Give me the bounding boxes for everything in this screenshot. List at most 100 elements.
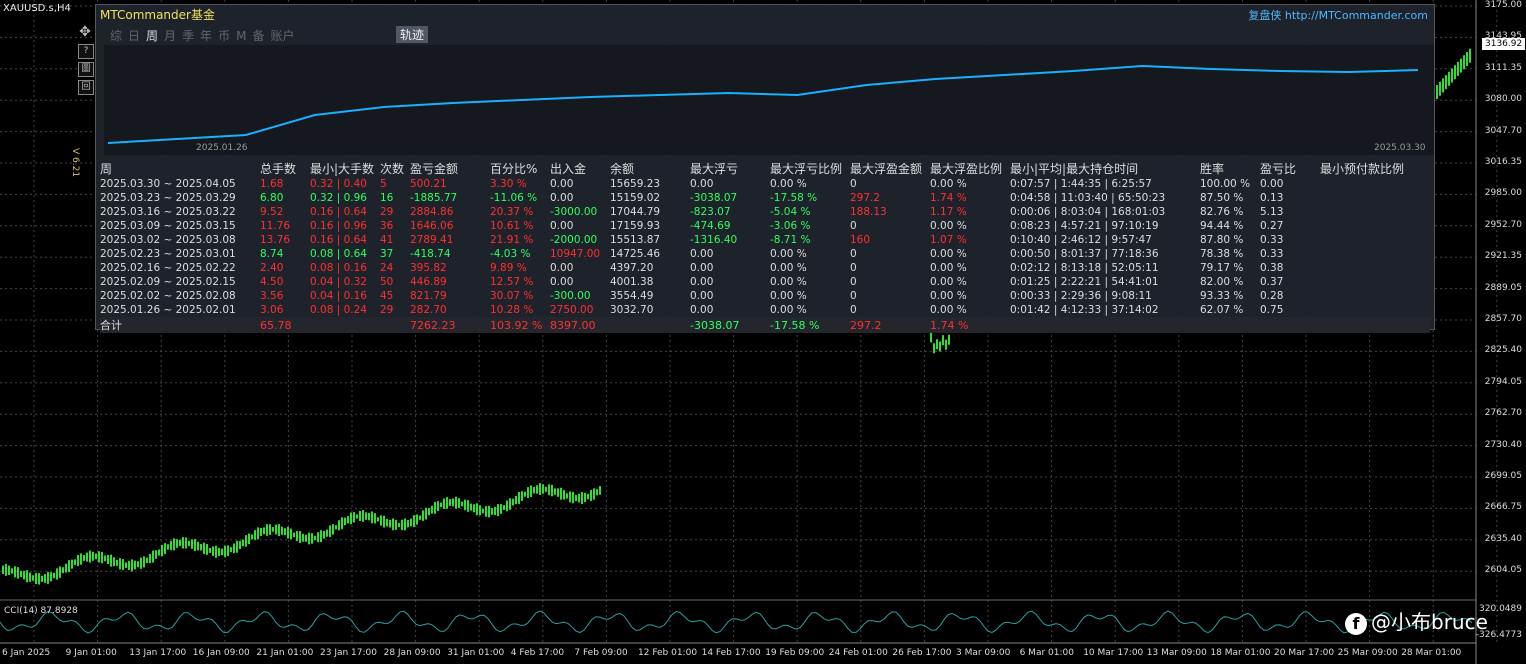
candle <box>467 500 469 512</box>
candle <box>260 528 262 536</box>
candle <box>332 524 334 534</box>
candle <box>566 493 568 498</box>
table-cell: 2750.00 <box>550 303 610 317</box>
help-button[interactable]: ? <box>78 44 94 59</box>
table-cell: 0.04 | 0.16 <box>310 289 380 303</box>
table-cell: 188.13 <box>850 205 930 219</box>
weekly-stats-table: 周总手数 最小|大手数 次数 盈亏金额 百分比% 出入金 余额 最大浮亏 最大浮亏比例 最大浮盈金… <box>100 160 1430 333</box>
candle <box>212 546 214 556</box>
tab-6[interactable]: 币 <box>218 29 230 43</box>
table-cell: 14725.46 <box>610 247 690 261</box>
candle <box>380 515 382 525</box>
table-cell: 62.07 % <box>1200 303 1260 317</box>
candle <box>65 564 67 573</box>
tab-0[interactable]: 综 <box>110 29 122 43</box>
candle <box>176 539 178 548</box>
table-cell: 17044.79 <box>610 205 690 219</box>
table-cell: 87.80 % <box>1200 233 1260 247</box>
table-cell: 0.00 % <box>930 177 1010 191</box>
candle <box>434 502 436 514</box>
trail-button[interactable]: 轨迹 <box>396 26 428 43</box>
candle <box>587 494 589 499</box>
candle <box>149 554 151 563</box>
candle <box>68 560 70 572</box>
total-max-fp-pct: 1.74 % <box>930 317 1010 333</box>
table-cell: 0.27 <box>1260 219 1320 233</box>
table-cell: 3.06 <box>260 303 310 317</box>
candle <box>230 547 232 552</box>
table-cell: 0:00:33 | 2:29:36 | 9:08:11 <box>1010 289 1200 303</box>
table-cell: 500.21 <box>410 177 490 191</box>
candle <box>1442 78 1444 92</box>
table-cell: 0.00 % <box>770 303 850 317</box>
candle <box>539 483 541 495</box>
price-axis-label: 2794.05 <box>1485 377 1522 387</box>
table-cell: 3.30 % <box>490 177 550 191</box>
move-icon[interactable]: ✥ <box>78 26 92 39</box>
table-cell: 82.00 % <box>1200 275 1260 289</box>
price-axis-label: 2985.00 <box>1485 188 1522 198</box>
tab-2[interactable]: 周 <box>146 29 158 43</box>
candle <box>428 508 430 515</box>
table-cell: 2025.01.26 ~ 2025.02.01 <box>100 303 260 317</box>
table-cell: 17159.93 <box>610 219 690 233</box>
table-cell: 821.79 <box>410 289 490 303</box>
time-axis-label: 24 Feb 01:00 <box>829 648 888 658</box>
table-cell: 0:10:40 | 2:46:12 | 9:57:47 <box>1010 233 1200 247</box>
table-cell: -11.06 % <box>490 191 550 205</box>
candle <box>179 540 181 546</box>
tab-3[interactable]: 月 <box>164 29 176 43</box>
candle <box>497 504 499 516</box>
tab-4[interactable]: 季 <box>182 29 194 43</box>
price-axis-label: 2952.70 <box>1485 220 1522 230</box>
candle <box>506 501 508 512</box>
candle <box>425 508 427 520</box>
stats-header-cell: 最小|平均|最大持仓时间 <box>1010 160 1200 177</box>
candle <box>443 498 445 509</box>
table-row: 2025.02.09 ~ 2025.02.15 4.50 0.04 | 0.32 50… <box>100 275 1430 289</box>
time-axis-label: 23 Jan 17:00 <box>320 648 377 658</box>
candle <box>26 570 28 582</box>
candle <box>419 516 421 520</box>
candle <box>948 335 950 345</box>
table-cell: 446.89 <box>410 275 490 289</box>
tab-8[interactable]: 备 <box>252 29 264 43</box>
stats-header-cell: 最小预付款比例 <box>1320 160 1430 177</box>
tab-9[interactable]: 账户 <box>270 29 294 43</box>
table-cell: 0.38 <box>1260 261 1320 275</box>
stats-header-cell: 余额 <box>610 160 690 177</box>
back-button[interactable]: 回 <box>78 80 94 95</box>
candle <box>164 543 166 554</box>
tab-1[interactable]: 日 <box>128 29 140 43</box>
tab-5[interactable]: 年 <box>200 29 212 43</box>
candle <box>116 560 118 566</box>
candle <box>581 492 583 504</box>
candle <box>458 498 460 508</box>
candle <box>320 530 322 542</box>
candle <box>362 510 364 522</box>
candle <box>413 515 415 527</box>
candle <box>296 531 298 541</box>
table-cell <box>1320 303 1430 317</box>
facebook-icon: f <box>1345 613 1367 635</box>
price-axis-label: 2889.05 <box>1485 283 1522 293</box>
candle <box>422 510 424 520</box>
candle <box>470 504 472 511</box>
table-cell: -5.04 % <box>770 205 850 219</box>
candle <box>257 527 259 539</box>
table-cell: 0.00 <box>690 303 770 317</box>
grid-button[interactable]: 圖 <box>78 62 94 77</box>
candle <box>131 559 133 571</box>
stats-header-cell: 总手数 <box>260 160 310 177</box>
candle <box>47 572 49 584</box>
tab-7[interactable]: M <box>236 29 246 43</box>
candle <box>407 520 409 527</box>
candle <box>395 520 397 530</box>
panel-title: MTCommander基金 <box>100 6 215 23</box>
candle <box>452 498 454 506</box>
table-cell: 11.76 <box>260 219 310 233</box>
panel-link[interactable]: 复盘侠 http://MTCommander.com <box>1248 7 1428 23</box>
candle <box>1445 75 1447 89</box>
candle <box>446 497 448 509</box>
table-cell: 0.00 % <box>770 177 850 191</box>
